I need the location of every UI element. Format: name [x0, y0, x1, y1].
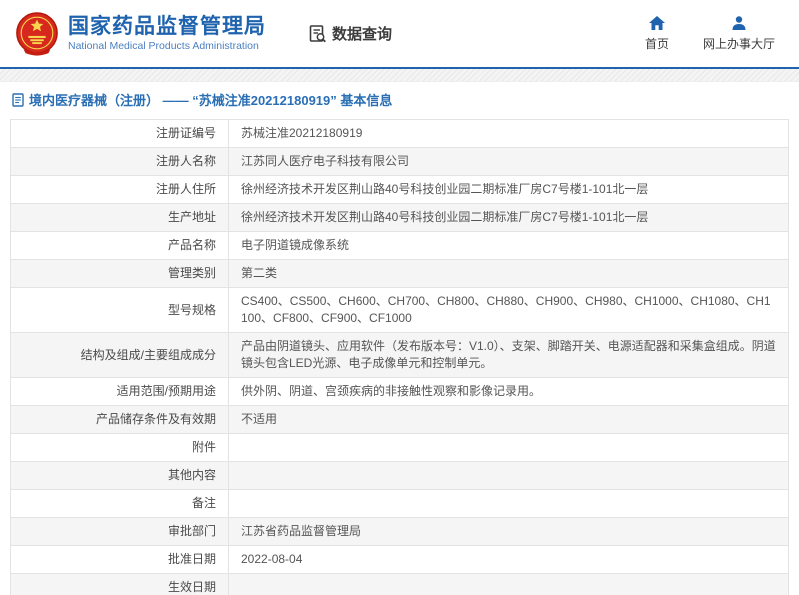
logo-text: 国家药品监督管理局 National Medical Products Admi… — [68, 15, 266, 53]
field-value: 供外阴、阴道、宫颈疾病的非接触性观察和影像记录用。 — [228, 377, 789, 406]
field-label: 附件 — [10, 433, 229, 462]
field-label: 适用范围/预期用途 — [10, 377, 229, 406]
field-value: 产品由阴道镜头、应用软件（发布版本号：V1.0）、支架、脚踏开关、电源适配器和采… — [228, 332, 789, 378]
table-row: 注册证编号 苏械注准20212180919 — [10, 119, 789, 148]
site-title: 国家药品监督管理局 — [68, 14, 266, 38]
nav-online-hall[interactable]: 网上办事大厅 — [702, 15, 775, 52]
field-value: 江苏省药品监督管理局 — [228, 517, 789, 546]
field-label: 产品名称 — [10, 231, 229, 260]
field-value: 2022-08-04 — [228, 545, 789, 574]
table-row: 批准日期 2022-08-04 — [10, 545, 789, 574]
nav-hall-label: 网上办事大厅 — [702, 36, 775, 51]
field-label: 其他内容 — [10, 461, 229, 490]
national-emblem-icon — [16, 11, 58, 56]
field-label: 生产地址 — [10, 203, 229, 232]
field-label: 审批部门 — [10, 517, 229, 546]
field-value: 徐州经济技术开发区荆山路40号科技创业园二期标准厂房C7号楼1-101北一层 — [228, 203, 789, 232]
field-label: 产品储存条件及有效期 — [10, 405, 229, 434]
document-search-icon — [309, 24, 326, 42]
table-row: 审批部门 江苏省药品监督管理局 — [10, 517, 789, 546]
table-row: 结构及组成/主要组成成分 产品由阴道镜头、应用软件（发布版本号：V1.0）、支架、… — [10, 332, 789, 378]
home-icon — [648, 15, 665, 30]
field-value: CS400、CS500、CH600、CH700、CH800、CH880、CH90… — [228, 287, 789, 333]
page: 国家药品监督管理局 National Medical Products Admi… — [0, 0, 799, 595]
header-nav: 首页 网上办事大厅 — [644, 15, 785, 52]
breadcrumb: 境内医疗器械（注册） —— “苏械注准20212180919” 基本信息 — [0, 82, 799, 115]
data-query-label: 数据查询 — [332, 26, 393, 43]
decor-band — [0, 69, 799, 82]
table-row: 产品储存条件及有效期 不适用 — [10, 405, 789, 434]
table-row: 其他内容 — [10, 461, 789, 490]
field-label: 注册人住所 — [10, 175, 229, 204]
person-icon — [732, 15, 746, 30]
field-label: 结构及组成/主要组成成分 — [10, 332, 229, 378]
field-value: 第二类 — [228, 259, 789, 288]
field-label: 型号规格 — [10, 287, 229, 333]
field-value: 徐州经济技术开发区荆山路40号科技创业园二期标准厂房C7号楼1-101北一层 — [228, 175, 789, 204]
table-row: 附件 — [10, 433, 789, 462]
header: 国家药品监督管理局 National Medical Products Admi… — [0, 0, 799, 69]
nav-home[interactable]: 首页 — [644, 15, 669, 52]
field-value: 苏械注准20212180919 — [228, 119, 789, 148]
table-row: 注册人名称 江苏同人医疗电子科技有限公司 — [10, 147, 789, 176]
field-value — [228, 461, 789, 490]
site-subtitle: National Medical Products Administration — [68, 39, 259, 52]
field-value — [228, 433, 789, 462]
table-row: 管理类别 第二类 — [10, 259, 789, 288]
breadcrumb-text: 境内医疗器械（注册） —— “苏械注准20212180919” 基本信息 — [29, 93, 393, 108]
field-label: 批准日期 — [10, 545, 229, 574]
table-row: 生效日期 — [10, 573, 789, 595]
nav-home-label: 首页 — [644, 36, 669, 51]
table-row: 备注 — [10, 489, 789, 518]
field-label: 注册证编号 — [10, 119, 229, 148]
field-label: 生效日期 — [10, 573, 229, 595]
field-label: 备注 — [10, 489, 229, 518]
table-row: 生产地址 徐州经济技术开发区荆山路40号科技创业园二期标准厂房C7号楼1-101北… — [10, 203, 789, 232]
table-row: 注册人住所 徐州经济技术开发区荆山路40号科技创业园二期标准厂房C7号楼1-101… — [10, 175, 789, 204]
nmpa-logo[interactable]: 国家药品监督管理局 National Medical Products Admi… — [14, 11, 266, 57]
registration-info-table: 注册证编号 苏械注准20212180919 注册人名称 江苏同人医疗电子科技有限公司注… — [10, 119, 789, 595]
field-value: 江苏同人医疗电子科技有限公司 — [228, 147, 789, 176]
table-row: 产品名称 电子阴道镜成像系统 — [10, 231, 789, 260]
table-row: 型号规格 CS400、CS500、CH600、CH700、CH800、CH880、… — [10, 287, 789, 333]
field-value — [228, 489, 789, 518]
field-label: 注册人名称 — [10, 147, 229, 176]
info-table-body: 注册证编号 苏械注准20212180919 注册人名称 江苏同人医疗电子科技有限公司注… — [10, 119, 789, 595]
page-doc-icon — [12, 92, 24, 107]
field-label: 管理类别 — [10, 259, 229, 288]
field-value — [228, 573, 789, 595]
data-query-tab[interactable]: 数据查询 — [308, 23, 392, 44]
field-value: 不适用 — [228, 405, 789, 434]
table-row: 适用范围/预期用途 供外阴、阴道、宫颈疾病的非接触性观察和影像记录用。 — [10, 377, 789, 406]
field-value: 电子阴道镜成像系统 — [228, 231, 789, 260]
